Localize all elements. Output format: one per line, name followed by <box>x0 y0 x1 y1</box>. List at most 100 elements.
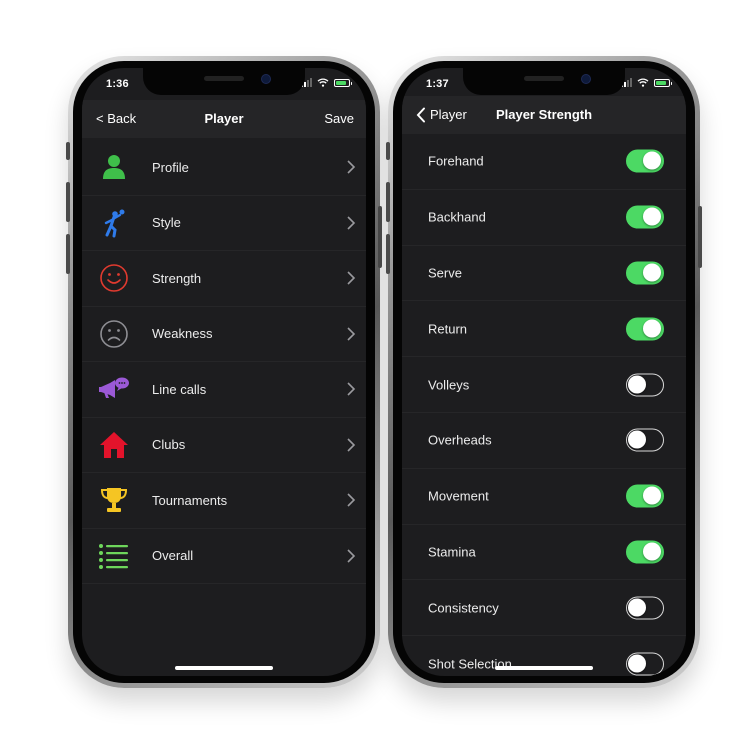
toggle-switch[interactable] <box>626 261 664 285</box>
menu-item-label: Clubs <box>152 437 186 453</box>
toggle-knob <box>643 486 661 505</box>
toggle-switch[interactable] <box>626 317 664 341</box>
trophy-icon <box>98 484 130 516</box>
chevron-left-icon <box>416 107 425 123</box>
tennis-player-icon <box>98 207 130 239</box>
toggle-label: Forehand <box>428 153 484 169</box>
phone-right: 1:37 Player Player Strength Forehand Bac… <box>386 56 702 688</box>
list-icon <box>98 540 130 572</box>
menu-item-label: Tournaments <box>152 492 228 508</box>
wifi-icon <box>317 78 329 87</box>
chevron-right-icon <box>347 382 356 396</box>
menu-item-label: Weakness <box>152 326 213 342</box>
volume-up-button <box>66 182 70 222</box>
toggle-switch[interactable] <box>626 205 664 229</box>
screen-player-menu: 1:36 < Back Player Save Profile Style St… <box>82 68 366 676</box>
wifi-icon <box>637 78 649 87</box>
mute-switch <box>386 142 390 160</box>
chevron-right-icon <box>347 216 356 230</box>
toggle-row-volleys: Volleys <box>402 357 686 413</box>
toggle-label: Movement <box>428 488 489 504</box>
menu-item-overall[interactable]: Overall <box>82 529 366 584</box>
chevron-right-icon <box>347 438 356 452</box>
toggle-row-forehand: Forehand <box>402 134 686 190</box>
toggle-knob <box>628 430 646 449</box>
save-button[interactable]: Save <box>324 100 354 138</box>
status-time: 1:36 <box>106 78 129 90</box>
player-menu-list: Profile Style Strength Weakness Line cal… <box>82 140 366 584</box>
chevron-right-icon <box>347 327 356 341</box>
toggle-knob <box>643 151 661 170</box>
toggle-label: Overheads <box>428 432 492 448</box>
status-icons <box>621 78 672 87</box>
toggle-switch[interactable] <box>626 540 664 564</box>
toggle-knob <box>643 542 661 561</box>
menu-item-label: Style <box>152 215 181 231</box>
toggle-switch[interactable] <box>626 652 664 676</box>
home-indicator[interactable] <box>175 666 273 670</box>
toggle-label: Consistency <box>428 600 499 616</box>
toggle-row-shot-selection: Shot Selection <box>402 636 686 676</box>
home-indicator[interactable] <box>495 666 593 670</box>
volume-up-button <box>386 182 390 222</box>
menu-item-weakness[interactable]: Weakness <box>82 307 366 362</box>
chevron-right-icon <box>347 271 356 285</box>
toggle-label: Stamina <box>428 544 476 560</box>
megaphone-icon <box>98 373 130 405</box>
battery-icon <box>334 78 352 87</box>
toggle-knob <box>628 375 646 394</box>
side-button <box>698 206 702 268</box>
app-showcase: 1:36 < Back Player Save Profile Style St… <box>0 0 750 744</box>
nav-bar: Player Player Strength <box>402 96 686 134</box>
status-icons <box>301 78 352 87</box>
toggle-row-consistency: Consistency <box>402 580 686 637</box>
toggle-switch[interactable] <box>626 373 664 397</box>
menu-item-profile[interactable]: Profile <box>82 140 366 196</box>
phone-left: 1:36 < Back Player Save Profile Style St… <box>66 56 382 688</box>
toggle-switch[interactable] <box>626 484 664 508</box>
toggle-knob <box>628 598 646 617</box>
menu-item-clubs[interactable]: Clubs <box>82 418 366 473</box>
battery-icon <box>654 78 672 87</box>
menu-item-label: Strength <box>152 270 202 286</box>
notch <box>143 68 305 95</box>
strength-toggle-list: Forehand Backhand Serve Return Volleys Overhe… <box>402 134 686 676</box>
toggle-switch[interactable] <box>626 149 664 173</box>
sad-face-icon <box>98 318 130 350</box>
menu-item-tournaments[interactable]: Tournaments <box>82 473 366 529</box>
speaker <box>204 76 244 81</box>
chevron-right-icon <box>347 160 356 174</box>
toggle-row-return: Return <box>402 301 686 358</box>
toggle-label: Volleys <box>428 377 470 393</box>
menu-item-line-calls[interactable]: Line calls <box>82 362 366 418</box>
toggle-row-stamina: Stamina <box>402 525 686 581</box>
front-camera <box>581 74 591 84</box>
front-camera <box>261 74 271 84</box>
toggle-row-serve: Serve <box>402 246 686 302</box>
volume-down-button <box>66 234 70 274</box>
mute-switch <box>66 142 70 160</box>
toggle-knob <box>643 319 661 338</box>
chevron-right-icon <box>347 549 356 563</box>
back-button-label: Player <box>430 107 467 122</box>
menu-item-style[interactable]: Style <box>82 196 366 251</box>
toggle-knob <box>643 263 661 282</box>
toggle-switch[interactable] <box>626 596 664 620</box>
back-button[interactable]: < Back <box>96 100 136 138</box>
notch <box>463 68 625 95</box>
status-time: 1:37 <box>426 78 449 90</box>
screen-player-strength: 1:37 Player Player Strength Forehand Bac… <box>402 68 686 676</box>
nav-bar: < Back Player Save <box>82 100 366 138</box>
menu-item-label: Profile <box>152 159 189 175</box>
profile-icon <box>98 151 130 183</box>
toggle-label: Return <box>428 321 468 337</box>
chevron-right-icon <box>347 493 356 507</box>
toggle-knob <box>628 654 646 673</box>
house-icon <box>98 429 130 461</box>
back-button[interactable]: Player <box>416 96 467 134</box>
volume-down-button <box>386 234 390 274</box>
menu-item-strength[interactable]: Strength <box>82 251 366 307</box>
toggle-switch[interactable] <box>626 428 664 452</box>
side-button <box>378 206 382 268</box>
menu-item-label: Line calls <box>152 381 207 397</box>
